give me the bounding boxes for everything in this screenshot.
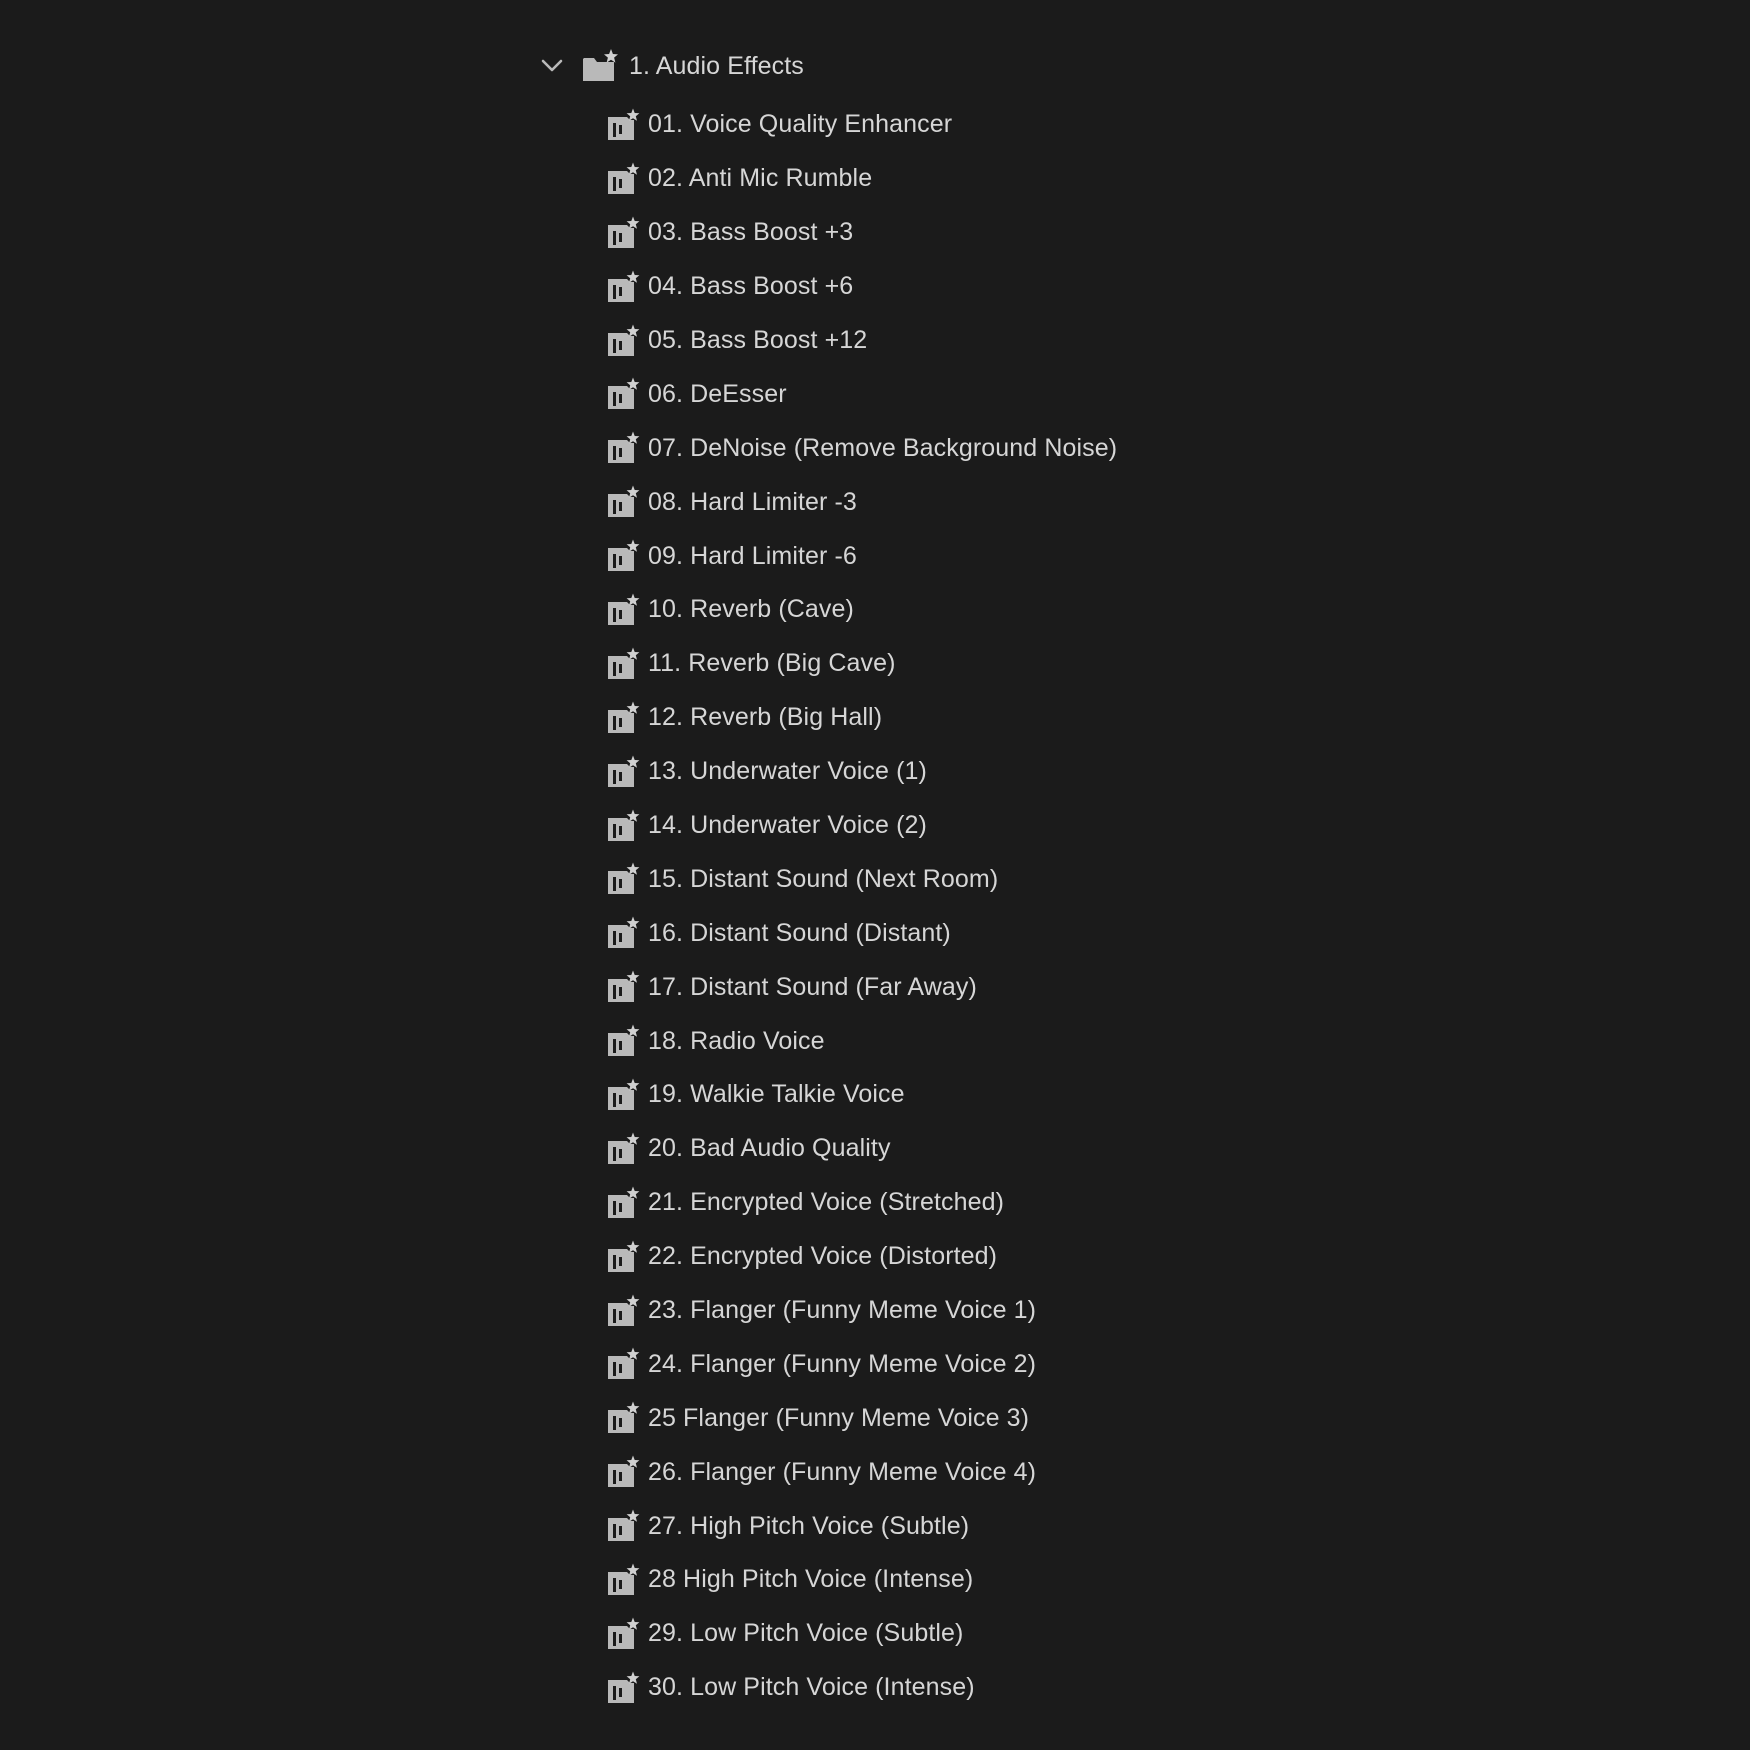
effect-preset-item-08[interactable]: 08. Hard Limiter -3 [606, 475, 1117, 529]
effect-preset-icon [606, 970, 640, 1004]
effect-preset-icon [606, 377, 640, 411]
effect-preset-icon [606, 809, 640, 843]
effect-preset-item-20[interactable]: 20. Bad Audio Quality [606, 1122, 1117, 1176]
effect-preset-icon [606, 1617, 640, 1651]
effect-preset-icon [606, 1186, 640, 1220]
effect-preset-icon [606, 324, 640, 358]
effect-preset-icon [606, 647, 640, 681]
effect-preset-icon [606, 916, 640, 950]
preset-bin-audio-effects[interactable]: 1. Audio Effects [537, 43, 804, 89]
effect-preset-item-19[interactable]: 19. Walkie Talkie Voice [606, 1068, 1117, 1122]
effect-preset-label: 19. Walkie Talkie Voice [648, 1080, 905, 1109]
effect-preset-label: 09. Hard Limiter -6 [648, 541, 857, 570]
effect-preset-label: 15. Distant Sound (Next Room) [648, 864, 999, 893]
effect-preset-label: 18. Radio Voice [648, 1026, 825, 1055]
chevron-down-icon[interactable] [537, 51, 567, 81]
effect-preset-icon [606, 1509, 640, 1543]
effect-preset-label: 05. Bass Boost +12 [648, 326, 868, 354]
effect-preset-label: 07. DeNoise (Remove Background Noise) [648, 433, 1118, 462]
effect-preset-icon [606, 1671, 640, 1705]
effect-preset-icon [606, 1240, 640, 1274]
effect-preset-icon [606, 1132, 640, 1166]
effect-preset-item-02[interactable]: 02. Anti Mic Rumble [606, 152, 1117, 206]
effect-preset-label: 21. Encrypted Voice (Stretched) [648, 1188, 1005, 1217]
effect-preset-label: 30. Low Pitch Voice (Intense) [648, 1673, 975, 1702]
effect-preset-icon [606, 108, 640, 142]
effect-preset-label: 04. Bass Boost +6 [648, 272, 854, 301]
effect-preset-item-23[interactable]: 23. Flanger (Funny Meme Voice 1) [606, 1284, 1117, 1338]
effect-preset-label: 12. Reverb (Big Hall) [648, 703, 883, 732]
preset-bin-folder-icon [581, 48, 619, 84]
effect-preset-icon [606, 539, 640, 573]
effect-preset-label: 26. Flanger (Funny Meme Voice 4) [648, 1457, 1037, 1486]
effect-preset-label: 01. Voice Quality Enhancer [648, 110, 953, 139]
effect-preset-item-15[interactable]: 15. Distant Sound (Next Room) [606, 852, 1117, 906]
effect-preset-item-28[interactable]: 28 High Pitch Voice (Intense) [606, 1553, 1117, 1607]
effect-preset-label: 24. Flanger (Funny Meme Voice 2) [648, 1349, 1037, 1378]
effect-preset-label: 13. Underwater Voice (1) [648, 757, 927, 786]
effect-preset-icon [606, 162, 640, 196]
effect-preset-label: 27. High Pitch Voice (Subtle) [648, 1511, 970, 1540]
effect-preset-label: 29. Low Pitch Voice (Subtle) [648, 1619, 964, 1648]
effect-preset-item-18[interactable]: 18. Radio Voice [606, 1014, 1117, 1068]
effect-preset-item-22[interactable]: 22. Encrypted Voice (Distorted) [606, 1230, 1117, 1284]
effect-preset-icon [606, 431, 640, 465]
effect-preset-label: 03. Bass Boost +3 [648, 218, 854, 247]
preset-list: 01. Voice Quality Enhancer 02. Anti Mic … [606, 98, 1117, 1715]
effect-preset-item-12[interactable]: 12. Reverb (Big Hall) [606, 691, 1117, 745]
effect-preset-item-07[interactable]: 07. DeNoise (Remove Background Noise) [606, 421, 1117, 475]
effect-preset-icon [606, 755, 640, 789]
effect-preset-icon [606, 1455, 640, 1489]
effect-preset-item-27[interactable]: 27. High Pitch Voice (Subtle) [606, 1499, 1117, 1553]
effect-preset-label: 25 Flanger (Funny Meme Voice 3) [648, 1403, 1030, 1432]
effect-preset-item-03[interactable]: 03. Bass Boost +3 [606, 206, 1117, 260]
effect-preset-icon [606, 270, 640, 304]
folder-label: 1. Audio Effects [629, 51, 804, 80]
effect-preset-item-06[interactable]: 06. DeEsser [606, 367, 1117, 421]
effect-preset-item-24[interactable]: 24. Flanger (Funny Meme Voice 2) [606, 1337, 1117, 1391]
effect-preset-item-14[interactable]: 14. Underwater Voice (2) [606, 799, 1117, 853]
effect-preset-label: 28 High Pitch Voice (Intense) [648, 1565, 974, 1594]
effect-preset-label: 17. Distant Sound (Far Away) [648, 972, 977, 1001]
effect-preset-icon [606, 1563, 640, 1597]
effect-preset-label: 08. Hard Limiter -3 [648, 487, 857, 516]
effect-preset-item-26[interactable]: 26. Flanger (Funny Meme Voice 4) [606, 1445, 1117, 1499]
effect-preset-item-09[interactable]: 09. Hard Limiter -6 [606, 529, 1117, 583]
effect-preset-icon [606, 216, 640, 250]
effect-preset-label: 06. DeEsser [648, 379, 787, 408]
effect-preset-item-01[interactable]: 01. Voice Quality Enhancer [606, 98, 1117, 152]
effect-preset-icon [606, 485, 640, 519]
effect-preset-label: 11. Reverb (Big Cave) [648, 649, 896, 678]
effect-preset-icon [606, 701, 640, 735]
effect-preset-item-05[interactable]: 05. Bass Boost +12 [606, 314, 1117, 368]
effect-preset-label: 22. Encrypted Voice (Distorted) [648, 1242, 998, 1271]
effect-preset-item-30[interactable]: 30. Low Pitch Voice (Intense) [606, 1661, 1117, 1715]
effect-preset-icon [606, 1401, 640, 1435]
effect-preset-label: 20. Bad Audio Quality [648, 1134, 891, 1163]
effect-preset-item-04[interactable]: 04. Bass Boost +6 [606, 260, 1117, 314]
effect-preset-item-21[interactable]: 21. Encrypted Voice (Stretched) [606, 1176, 1117, 1230]
effect-preset-label: 10. Reverb (Cave) [648, 595, 854, 624]
effects-panel: 1. Audio Effects 01. Voice Quality Enhan… [0, 0, 1750, 1750]
effect-preset-label: 23. Flanger (Funny Meme Voice 1) [648, 1296, 1037, 1325]
effect-preset-icon [606, 1294, 640, 1328]
effect-preset-item-17[interactable]: 17. Distant Sound (Far Away) [606, 960, 1117, 1014]
effect-preset-item-16[interactable]: 16. Distant Sound (Distant) [606, 906, 1117, 960]
effect-preset-item-29[interactable]: 29. Low Pitch Voice (Subtle) [606, 1607, 1117, 1661]
effect-preset-label: 16. Distant Sound (Distant) [648, 918, 951, 947]
effect-preset-icon [606, 593, 640, 627]
effect-preset-label: 02. Anti Mic Rumble [648, 164, 873, 193]
effect-preset-icon [606, 1024, 640, 1058]
effect-preset-item-13[interactable]: 13. Underwater Voice (1) [606, 745, 1117, 799]
effect-preset-item-11[interactable]: 11. Reverb (Big Cave) [606, 637, 1117, 691]
effect-preset-icon [606, 1347, 640, 1381]
effect-preset-icon [606, 1078, 640, 1112]
effect-preset-item-25[interactable]: 25 Flanger (Funny Meme Voice 3) [606, 1391, 1117, 1445]
effect-preset-icon [606, 862, 640, 896]
effect-preset-item-10[interactable]: 10. Reverb (Cave) [606, 583, 1117, 637]
effect-preset-label: 14. Underwater Voice (2) [648, 811, 927, 840]
